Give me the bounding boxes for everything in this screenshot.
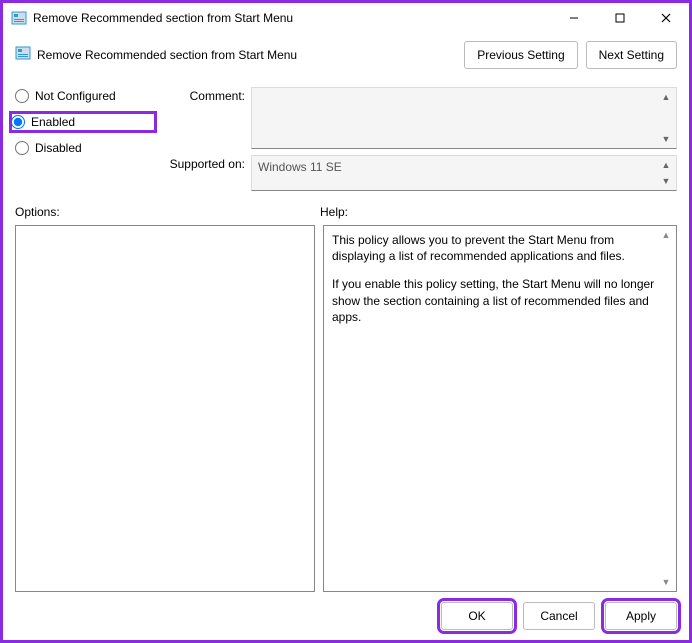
radio-not-configured-input[interactable] — [15, 89, 29, 103]
setting-name: Remove Recommended section from Start Me… — [37, 48, 297, 62]
scroll-down-icon[interactable]: ▼ — [658, 174, 674, 188]
window: Remove Recommended section from Start Me… — [0, 0, 692, 643]
minimize-button[interactable] — [551, 3, 597, 33]
scroll-up-icon[interactable]: ▲ — [658, 158, 674, 172]
options-label: Options: — [15, 205, 320, 219]
scroll-down-icon[interactable]: ▼ — [658, 132, 674, 146]
close-button[interactable] — [643, 3, 689, 33]
help-text-p2: If you enable this policy setting, the S… — [332, 276, 668, 325]
help-pane: This policy allows you to prevent the St… — [323, 225, 677, 592]
scroll-up-icon[interactable]: ▲ — [658, 228, 674, 242]
options-pane — [15, 225, 315, 592]
radio-disabled[interactable]: Disabled — [15, 141, 155, 155]
previous-setting-button[interactable]: Previous Setting — [464, 41, 577, 69]
radio-disabled-label: Disabled — [35, 141, 82, 155]
help-label: Help: — [320, 205, 677, 219]
comment-label: Comment: — [163, 87, 245, 103]
supported-on-label: Supported on: — [163, 155, 245, 171]
supported-on-value-box: Windows 11 SE ▲ ▼ — [251, 155, 677, 191]
radio-enabled-label: Enabled — [31, 115, 75, 129]
scroll-down-icon[interactable]: ▼ — [658, 575, 674, 589]
radio-not-configured-label: Not Configured — [35, 89, 116, 103]
radio-enabled[interactable]: Enabled — [11, 113, 155, 131]
radio-not-configured[interactable]: Not Configured — [15, 89, 155, 103]
help-text-p1: This policy allows you to prevent the St… — [332, 232, 668, 264]
apply-button[interactable]: Apply — [605, 602, 677, 630]
maximize-button[interactable] — [597, 3, 643, 33]
supported-on-value: Windows 11 SE — [258, 160, 342, 174]
window-title: Remove Recommended section from Start Me… — [33, 11, 551, 25]
policy-icon — [11, 10, 27, 26]
cancel-button[interactable]: Cancel — [523, 602, 595, 630]
next-setting-button[interactable]: Next Setting — [586, 41, 677, 69]
scroll-up-icon[interactable]: ▲ — [658, 90, 674, 104]
ok-button[interactable]: OK — [441, 602, 513, 630]
window-controls — [551, 3, 689, 33]
state-radio-group: Not Configured Enabled Disabled — [15, 87, 155, 191]
policy-icon — [15, 45, 31, 64]
radio-enabled-input[interactable] — [11, 115, 25, 129]
titlebar: Remove Recommended section from Start Me… — [3, 3, 689, 33]
radio-disabled-input[interactable] — [15, 141, 29, 155]
comment-input[interactable]: ▲ ▼ — [251, 87, 677, 149]
